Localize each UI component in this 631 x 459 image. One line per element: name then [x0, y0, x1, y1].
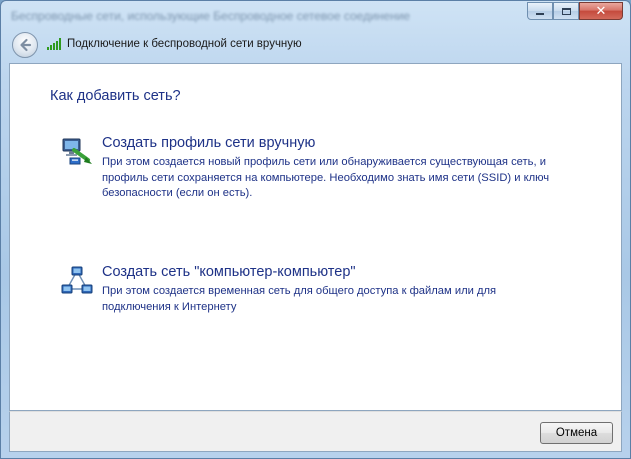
- option-title: Создать сеть "компьютер-компьютер": [102, 264, 356, 280]
- close-icon: ✕: [595, 3, 607, 19]
- option-title: Создать профиль сети вручную: [102, 135, 316, 151]
- navigation-bar: Подключение к беспроводной сети вручную: [9, 29, 622, 63]
- option-description: При этом создается временная сеть для об…: [102, 285, 497, 313]
- caption-buttons: ✕: [527, 2, 623, 20]
- back-arrow-icon: [20, 38, 32, 52]
- ad-hoc-network-icon: [60, 266, 94, 296]
- back-button[interactable]: [12, 32, 38, 58]
- close-button[interactable]: ✕: [579, 2, 623, 20]
- dialog-window: Беспроводные сети, использующие Беспрово…: [0, 0, 631, 459]
- page-title: Подключение к беспроводной сети вручную: [67, 38, 302, 50]
- minimize-icon: [536, 13, 544, 15]
- maximize-button[interactable]: [553, 2, 579, 20]
- minimize-button[interactable]: [527, 2, 553, 20]
- wireless-signal-icon: [47, 38, 61, 50]
- background-window-title: Беспроводные сети, использующие Беспрово…: [11, 9, 411, 23]
- option-description: При этом создается новый профиль сети ил…: [102, 156, 550, 199]
- content-panel: Как добавить сеть? Создать профиль сети …: [9, 63, 622, 411]
- network-profile-icon: [60, 137, 94, 167]
- title-bar[interactable]: Беспроводные сети, использующие Беспрово…: [1, 1, 630, 27]
- maximize-icon: [561, 7, 571, 15]
- footer-bar: Отмена: [9, 411, 622, 452]
- main-heading: Как добавить сеть?: [50, 88, 181, 104]
- cancel-button[interactable]: Отмена: [540, 422, 613, 444]
